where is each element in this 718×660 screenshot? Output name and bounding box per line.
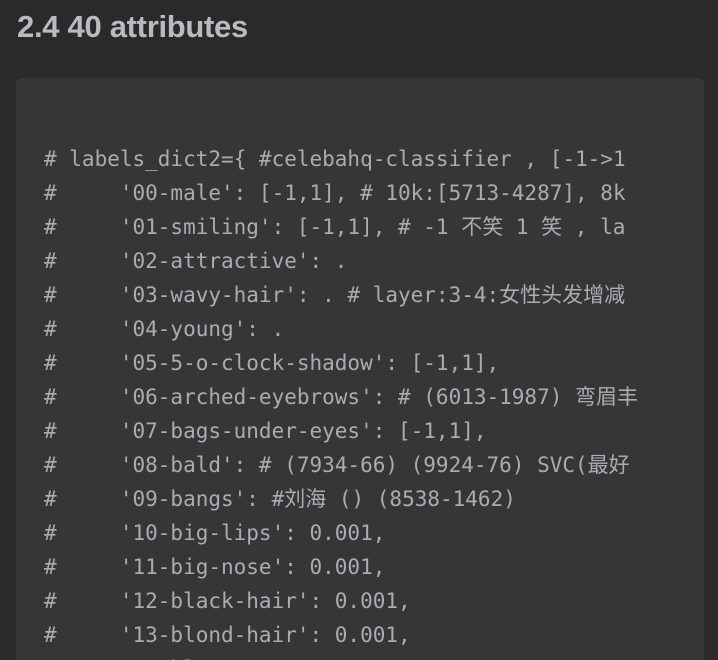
code-line: # '09-bangs': #刘海 () (8538-1462) — [44, 487, 516, 511]
code-line: # '01-smiling': [-1,1], # -1 不笑 1 笑 , la — [44, 215, 626, 239]
page: 2.4 40 attributes # labels_dict2={ #cele… — [0, 0, 718, 660]
code-line: # '02-attractive': . — [44, 249, 348, 273]
section-heading: 2.4 40 attributes — [17, 9, 248, 44]
code-line: # '13-blond-hair': 0.001, — [44, 623, 411, 647]
code-line: # '04-young': . — [44, 317, 285, 341]
code-content: # labels_dict2={ #celebahq-classifier , … — [44, 142, 638, 660]
code-line: # '14-blurry': 0.001, — [44, 652, 638, 660]
code-block[interactable]: # labels_dict2={ #celebahq-classifier , … — [16, 78, 704, 660]
code-line: # '03-wavy-hair': . # layer:3-4:女性头发增减 — [44, 283, 626, 307]
code-line: # '12-black-hair': 0.001, — [44, 589, 411, 613]
code-line: # '00-male': [-1,1], # 10k:[5713-4287], … — [44, 181, 626, 205]
code-line: # '07-bags-under-eyes': [-1,1], — [44, 419, 487, 443]
code-line: # '08-bald': # (7934-66) (9924-76) SVC(最… — [44, 453, 630, 477]
code-line: # '05-5-o-clock-shadow': [-1,1], — [44, 351, 500, 375]
code-line: # '10-big-lips': 0.001, — [44, 521, 386, 545]
code-line: # labels_dict2={ #celebahq-classifier , … — [44, 147, 626, 171]
code-line: # '11-big-nose': 0.001, — [44, 555, 386, 579]
code-line: # '06-arched-eyebrows': # (6013-1987) 弯眉… — [44, 385, 639, 409]
